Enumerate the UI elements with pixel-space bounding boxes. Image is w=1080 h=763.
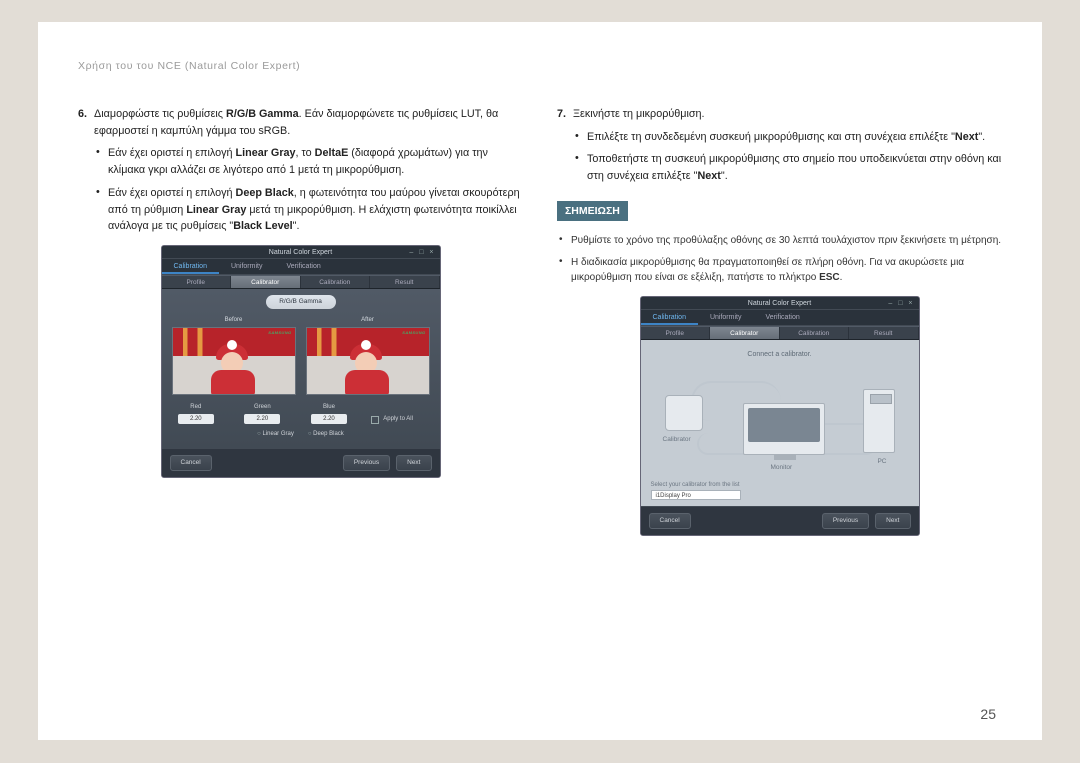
after-thumbnail: SAMSUNG	[306, 327, 430, 395]
gray-options: Linear Gray Deep Black	[172, 430, 430, 439]
subtab-profile[interactable]: Profile	[641, 327, 711, 339]
previous-button[interactable]: Previous	[822, 513, 869, 529]
green-gamma-input[interactable]: 2.20	[244, 414, 280, 424]
window-controls-icon: – □ ×	[409, 246, 435, 259]
step-7: Ξεκινήστε τη μικρορύθμιση. Επιλέξτε τη σ…	[557, 106, 1002, 185]
subtab-calibrator[interactable]: Calibrator	[710, 327, 780, 339]
subtab-result[interactable]: Result	[849, 327, 919, 339]
connect-instruction: Connect a calibrator.	[651, 350, 909, 361]
gamma-mode-pill[interactable]: R/G/B Gamma	[266, 295, 336, 309]
checkbox-icon[interactable]	[371, 416, 379, 424]
tab-uniformity[interactable]: Uniformity	[698, 310, 754, 325]
calibrator-select[interactable]: i1Display Pro	[651, 490, 741, 500]
window-title: Natural Color Expert – □ ×	[162, 246, 440, 259]
apply-all-option[interactable]: Apply to All	[371, 403, 429, 424]
main-tabs: Calibration Uniformity Verification	[162, 259, 440, 275]
samsung-logo: SAMSUNG	[402, 330, 425, 336]
next-button[interactable]: Next	[875, 513, 910, 529]
columns: Διαμορφώστε τις ρυθμίσεις R/G/B Gamma. Ε…	[78, 106, 1002, 536]
pc-label: PC	[877, 457, 886, 467]
blue-gamma: Blue2.20	[305, 403, 354, 424]
step-6: Διαμορφώστε τις ρυθμίσεις R/G/B Gamma. Ε…	[78, 106, 523, 235]
after-caption: After	[306, 315, 430, 325]
tab-calibration[interactable]: Calibration	[641, 310, 698, 325]
calibrator-label: Calibrator	[663, 435, 691, 445]
blue-gamma-input[interactable]: 2.20	[311, 414, 347, 424]
monitor-icon	[743, 403, 825, 455]
subtab-calibration[interactable]: Calibration	[301, 276, 371, 288]
main-tabs-2: Calibration Uniformity Verification	[641, 310, 919, 326]
footer-buttons-2: Cancel Previous Next	[641, 506, 919, 535]
gamma-values-row: Red2.20 Green2.20 Blue2.20 Apply to All	[172, 403, 430, 424]
samsung-logo: SAMSUNG	[268, 330, 291, 336]
sub-tabs-2: Profile Calibrator Calibration Result	[641, 326, 919, 340]
gamma-panel: R/G/B Gamma Before SAMSUNG After	[162, 289, 440, 448]
red-gamma-input[interactable]: 2.20	[178, 414, 214, 424]
step6-bullet-1: Εάν έχει οριστεί η επιλογή Linear Gray, …	[94, 145, 523, 178]
connection-diagram: Calibrator Monitor PC	[651, 367, 909, 477]
subtab-profile[interactable]: Profile	[162, 276, 232, 288]
red-gamma: Red2.20	[172, 403, 221, 424]
chapter-header: Χρήση του του NCE (Natural Color Expert)	[78, 60, 1002, 72]
nce-connect-screenshot: Natural Color Expert – □ × Calibration U…	[640, 296, 920, 536]
next-button[interactable]: Next	[396, 455, 431, 471]
window-controls-icon: – □ ×	[888, 297, 914, 310]
after-image-box: After SAMSUNG	[306, 315, 430, 395]
calibrator-icon	[665, 395, 703, 431]
before-after-pair: Before SAMSUNG After	[172, 315, 430, 395]
deep-black-radio[interactable]: Deep Black	[308, 430, 344, 439]
monitor-label: Monitor	[771, 463, 793, 473]
pc-icon	[863, 389, 895, 453]
note-block: Ρυθμίστε το χρόνο της προθύλαξης οθόνης …	[557, 233, 1002, 286]
tab-verification[interactable]: Verification	[753, 310, 811, 325]
step7-bullet-1: Επιλέξτε τη συνδεδεμένη συσκευή μικρορύθ…	[573, 129, 1002, 146]
footer-buttons: Cancel Previous Next	[162, 448, 440, 477]
note-item-2: Η διαδικασία μικρορύθμισης θα πραγματοπο…	[557, 255, 1002, 286]
left-column: Διαμορφώστε τις ρυθμίσεις R/G/B Gamma. Ε…	[78, 106, 523, 536]
tab-uniformity[interactable]: Uniformity	[219, 259, 275, 274]
calibrator-select-row: Select your calibrator from the list i1D…	[651, 481, 909, 500]
cancel-button[interactable]: Cancel	[170, 455, 212, 471]
tab-calibration[interactable]: Calibration	[162, 259, 219, 274]
note-badge: ΣΗΜΕΙΩΣΗ	[557, 201, 628, 221]
window-title-2: Natural Color Expert – □ ×	[641, 297, 919, 310]
subtab-result[interactable]: Result	[370, 276, 440, 288]
document-page: Χρήση του του NCE (Natural Color Expert)…	[38, 22, 1042, 740]
page-number: 25	[980, 706, 996, 722]
nce-gamma-screenshot: Natural Color Expert – □ × Calibration U…	[161, 245, 441, 478]
linear-gray-radio[interactable]: Linear Gray	[257, 430, 294, 439]
before-thumbnail: SAMSUNG	[172, 327, 296, 395]
right-column: Ξεκινήστε τη μικρορύθμιση. Επιλέξτε τη σ…	[557, 106, 1002, 536]
step6-bullet-2: Εάν έχει οριστεί η επιλογή Deep Black, η…	[94, 185, 523, 235]
previous-button[interactable]: Previous	[343, 455, 390, 471]
note-item-1: Ρυθμίστε το χρόνο της προθύλαξης οθόνης …	[557, 233, 1002, 249]
subtab-calibration[interactable]: Calibration	[780, 327, 850, 339]
step7-bullet-2: Τοποθετήστε τη συσκευή μικρορύθμισης στο…	[573, 151, 1002, 184]
cancel-button[interactable]: Cancel	[649, 513, 691, 529]
sub-tabs: Profile Calibrator Calibration Result	[162, 275, 440, 289]
select-label: Select your calibrator from the list	[651, 481, 909, 490]
connect-panel: Connect a calibrator. Calibrator Monitor…	[641, 340, 919, 506]
subtab-calibrator[interactable]: Calibrator	[231, 276, 301, 288]
green-gamma: Green2.20	[238, 403, 287, 424]
before-image-box: Before SAMSUNG	[172, 315, 296, 395]
before-caption: Before	[172, 315, 296, 325]
tab-verification[interactable]: Verification	[274, 259, 332, 274]
